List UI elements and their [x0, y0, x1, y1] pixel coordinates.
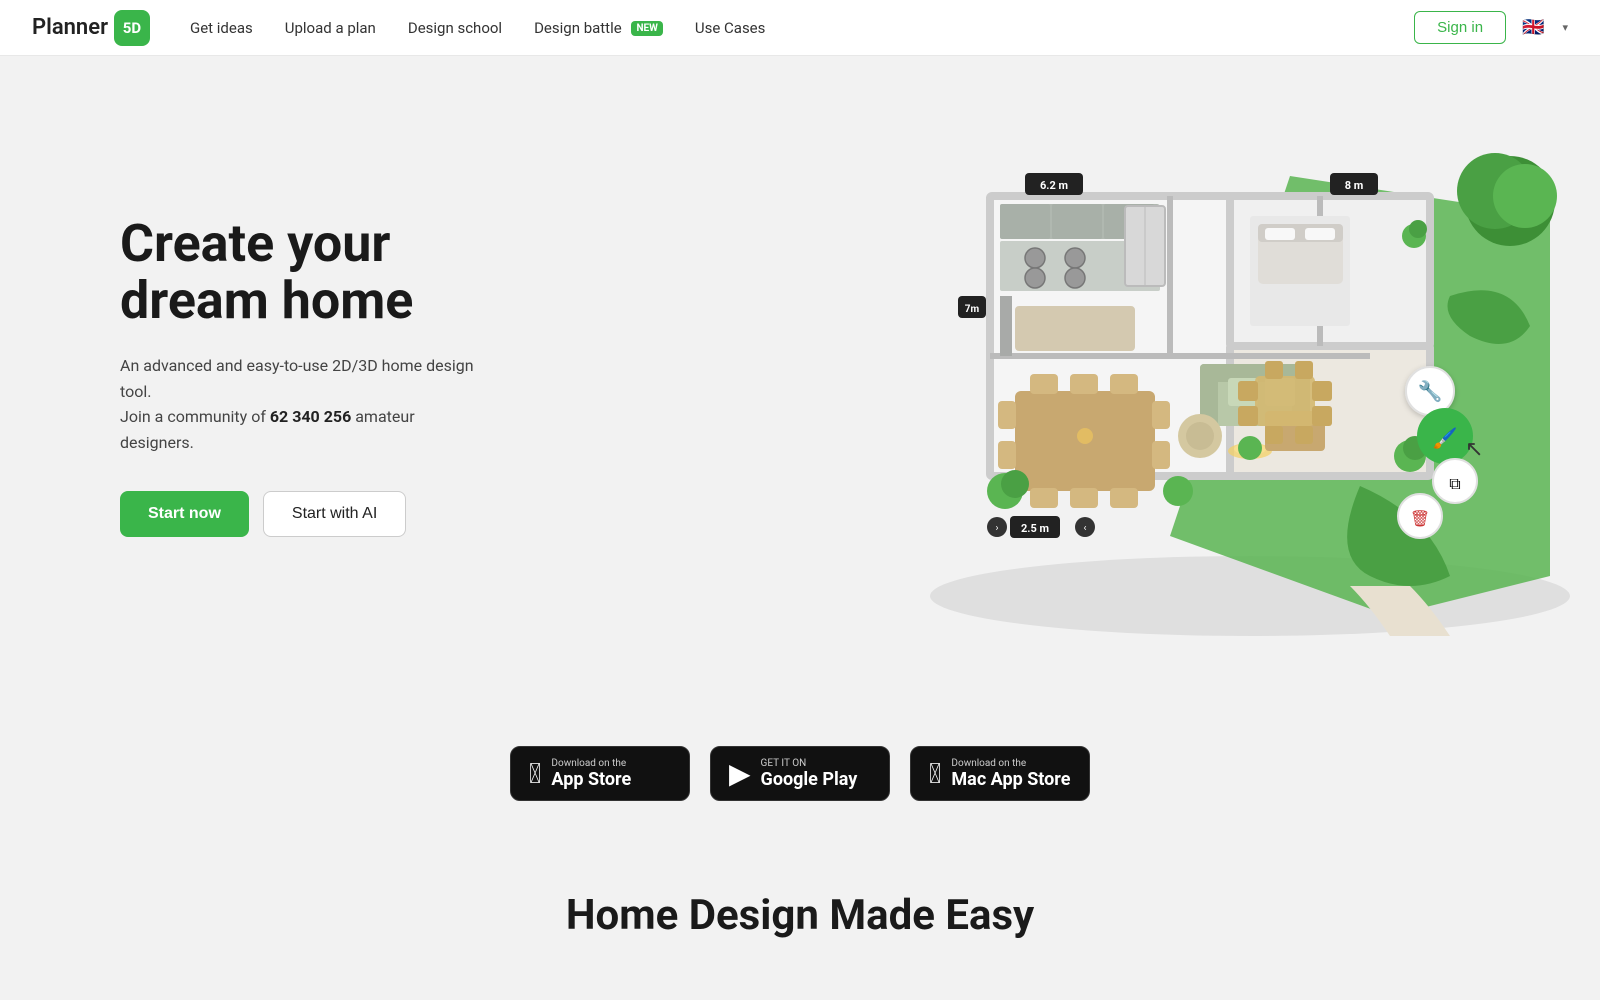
app-store-badge[interactable]:  Download on the App Store: [510, 746, 690, 801]
bottom-section: Home Design Made Easy: [0, 851, 1600, 1000]
navbar: Planner 5D Get ideas Upload a plan Desig…: [0, 0, 1600, 56]
mac-store-name: Mac App Store: [951, 769, 1070, 790]
nav-design-school[interactable]: Design school: [408, 19, 502, 37]
logo-icon: 5D: [114, 10, 150, 46]
svg-text:🖌️: 🖌️: [1433, 426, 1458, 450]
nav-upload-plan[interactable]: Upload a plan: [285, 19, 376, 37]
svg-text:›: ›: [995, 523, 998, 534]
nav-get-ideas[interactable]: Get ideas: [190, 19, 253, 37]
svg-text:8 m: 8 m: [1345, 179, 1364, 192]
sign-in-button[interactable]: Sign in: [1414, 11, 1506, 44]
nav-right: Sign in 🇬🇧 ▾: [1414, 11, 1568, 44]
google-play-badge[interactable]: ▶ GET IT ON Google Play: [710, 746, 890, 801]
svg-text:2.5 m: 2.5 m: [1021, 522, 1049, 535]
hero-content: Create your dream home An advanced and e…: [0, 135, 560, 618]
mac-app-store-badge[interactable]:  Download on the Mac App Store: [910, 746, 1090, 801]
apple-icon: : [529, 757, 541, 790]
language-chevron[interactable]: ▾: [1562, 21, 1568, 34]
nav-links: Get ideas Upload a plan Design school De…: [190, 19, 1414, 37]
google-play-label: GET IT ON: [761, 758, 858, 769]
mac-store-label: Download on the: [951, 758, 1070, 769]
hero-section: Create your dream home An advanced and e…: [0, 56, 1600, 696]
nav-design-battle[interactable]: Design battle NEW: [534, 19, 663, 37]
svg-text:‹: ‹: [1083, 523, 1086, 534]
app-store-text: Download on the App Store: [551, 758, 631, 790]
mac-apple-icon: : [929, 757, 941, 790]
google-play-icon: ▶: [729, 757, 751, 790]
start-now-button[interactable]: Start now: [120, 491, 249, 537]
start-with-ai-button[interactable]: Start with AI: [263, 491, 406, 537]
google-play-name: Google Play: [761, 769, 858, 790]
floor-plan: 6.2 m 8 m 7m 2.5 m › ‹ 🔧: [870, 96, 1590, 656]
svg-text:7m: 7m: [965, 304, 980, 315]
language-flag: 🇬🇧: [1522, 17, 1544, 38]
nav-use-cases[interactable]: Use Cases: [695, 19, 766, 37]
hero-title: Create your dream home: [120, 215, 480, 329]
hero-image: 6.2 m 8 m 7m 2.5 m › ‹ 🔧: [840, 56, 1600, 696]
hero-buttons: Start now Start with AI: [120, 491, 480, 537]
svg-text:🔧: 🔧: [1418, 379, 1443, 403]
logo-link[interactable]: Planner 5D: [32, 10, 150, 46]
app-store-name: App Store: [551, 769, 631, 790]
bottom-title: Home Design Made Easy: [20, 891, 1580, 940]
logo-text: Planner: [32, 15, 108, 40]
hero-description: An advanced and easy-to-use 2D/3D home d…: [120, 353, 480, 455]
svg-text:🗑: 🗑: [1410, 509, 1430, 528]
store-section:  Download on the App Store ▶ GET IT ON …: [0, 696, 1600, 851]
svg-text:6.2 m: 6.2 m: [1040, 179, 1068, 192]
svg-text:⧉: ⧉: [1449, 474, 1460, 493]
mac-store-text: Download on the Mac App Store: [951, 758, 1070, 790]
new-badge: NEW: [631, 21, 662, 36]
user-count: 62 340 256: [270, 407, 351, 426]
google-play-text: GET IT ON Google Play: [761, 758, 858, 790]
app-store-label: Download on the: [551, 758, 631, 769]
svg-text:↖: ↖: [1465, 437, 1483, 462]
